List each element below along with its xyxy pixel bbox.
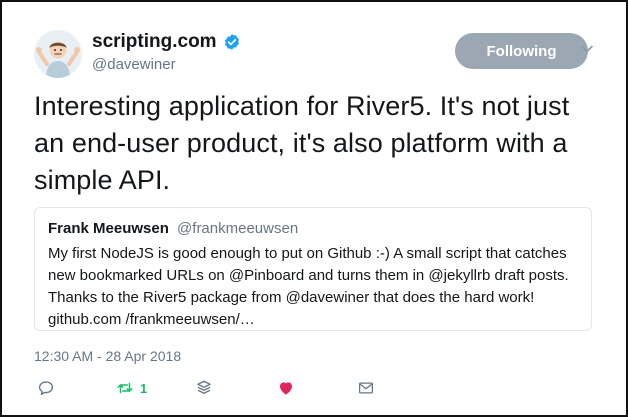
- quoted-author-name: Frank Meeuwsen: [48, 220, 169, 237]
- tweet-text: Interesting application for River5. It's…: [34, 91, 570, 195]
- direct-message-button[interactable]: [357, 379, 375, 397]
- like-icon: [280, 382, 292, 395]
- shrug-emoji-avatar-icon: [34, 30, 82, 78]
- display-name[interactable]: scripting.com: [92, 31, 217, 53]
- tweet-card: scripting.com @davewiner Following Inter…: [0, 0, 628, 417]
- reply-button[interactable]: [37, 379, 55, 397]
- avatar[interactable]: [34, 30, 82, 78]
- verified-badge-icon: [224, 34, 239, 50]
- tweet-header: scripting.com @davewiner Following: [34, 30, 596, 78]
- chevron-down-icon[interactable]: [580, 42, 594, 56]
- stack-icon: [197, 380, 211, 394]
- message-icon: [358, 382, 374, 394]
- like-button[interactable]: [277, 379, 295, 397]
- author-handle[interactable]: @davewiner: [92, 56, 176, 73]
- quoted-tweet[interactable]: Frank Meeuwsen @frankmeeuwsen My first N…: [34, 207, 592, 331]
- reply-icon: [38, 381, 54, 396]
- retweet-count: 1: [140, 380, 148, 396]
- retweet-icon: [117, 382, 133, 394]
- action-bar: 1: [34, 379, 594, 401]
- stack-button[interactable]: [195, 379, 213, 397]
- retweet-button[interactable]: 1: [116, 379, 147, 397]
- display-name-row[interactable]: scripting.com: [92, 31, 241, 53]
- timestamp[interactable]: 12:30 AM - 28 Apr 2018: [34, 348, 181, 364]
- quoted-author-handle: @frankmeeuwsen: [177, 220, 299, 237]
- quoted-tweet-header: Frank Meeuwsen @frankmeeuwsen: [48, 220, 298, 237]
- following-button[interactable]: Following: [455, 33, 588, 69]
- quoted-tweet-text: My first NodeJS is good enough to put on…: [48, 245, 569, 328]
